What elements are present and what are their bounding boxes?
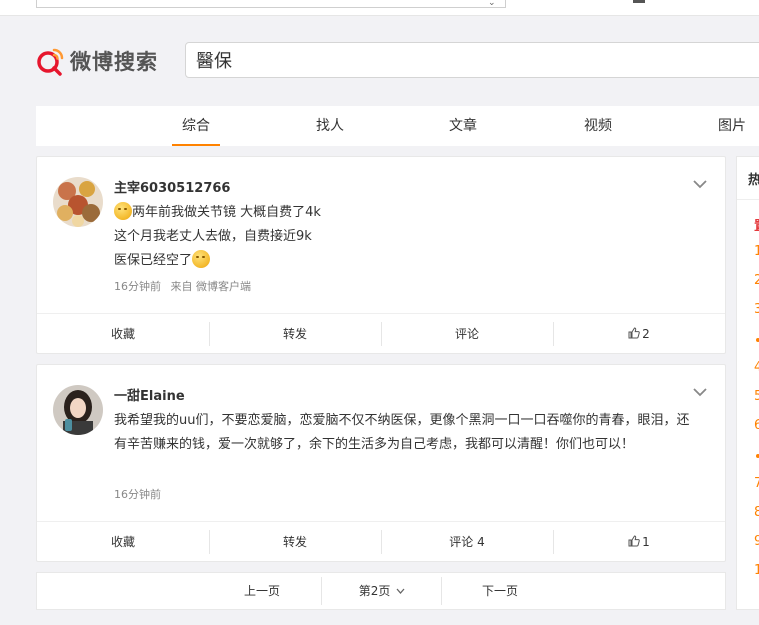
hot-rank[interactable]: 1 <box>754 244 759 259</box>
post-text: 我希望我的uu们，不要恋爱脑，恋爱脑不仅不纳医保，更像个黑洞一口一口吞噬你的青春… <box>114 413 690 452</box>
avatar[interactable] <box>53 177 103 227</box>
feed-card: 主宰6030512766 两年前我做关节镜 大概自费了4k 这个月我老丈人去做，… <box>36 156 726 354</box>
post-text: 两年前我做关节镜 大概自费了4k 这个月我老丈人去做，自费接近9k 医保已经空了 <box>114 201 694 273</box>
search-input[interactable] <box>186 43 746 77</box>
tab-comprehensive[interactable]: 综合 <box>166 106 226 146</box>
action-bar: 收藏 转发 评论 2 <box>37 313 725 353</box>
collect-button[interactable]: 收藏 <box>37 522 209 561</box>
action-bar: 收藏 转发 评论 4 1 <box>37 521 725 561</box>
divider <box>441 577 442 605</box>
hot-rank[interactable]: 1 <box>754 563 759 578</box>
dropdown-caret-icon[interactable]: ⌄ <box>488 0 496 8</box>
current-page: 第2页 <box>358 584 391 598</box>
post-line: 两年前我做关节镜 大概自费了4k <box>132 205 321 220</box>
chevron-down-icon[interactable] <box>693 387 707 397</box>
hot-rank[interactable]: 9 <box>754 534 759 549</box>
username[interactable]: 一甜Elaine <box>114 385 185 404</box>
like-button[interactable]: 1 <box>553 522 725 561</box>
collect-button[interactable]: 收藏 <box>37 314 209 353</box>
logo-text: 微博搜索 <box>70 50 158 74</box>
thumbs-up-icon <box>628 327 640 339</box>
post-time[interactable]: 16分钟前 <box>114 280 161 293</box>
like-button[interactable]: 2 <box>553 314 725 353</box>
tab-articles[interactable]: 文章 <box>433 106 493 146</box>
toolbar-icon[interactable] <box>633 0 645 3</box>
repost-button[interactable]: 转发 <box>209 314 381 353</box>
like-count: 1 <box>642 535 650 549</box>
browser-bar: ⌄ <box>0 0 759 16</box>
divider <box>321 577 322 605</box>
username[interactable]: 主宰6030512766 <box>114 177 230 196</box>
next-page-button[interactable]: 下一页 <box>465 573 535 609</box>
post-meta: 16分钟前 来自 微博客户端 <box>114 278 251 294</box>
hot-search-sidebar: 热 置 1 2 3 4 5 6 7 8 9 1 <box>736 156 759 610</box>
pagination: 上一页 第2页 下一页 <box>36 572 726 610</box>
comment-button[interactable]: 评论 <box>381 314 553 353</box>
sidebar-title: 热 <box>748 169 759 188</box>
search-box[interactable] <box>185 42 759 78</box>
tab-users[interactable]: 找人 <box>300 106 360 146</box>
repost-button[interactable]: 转发 <box>209 522 381 561</box>
post-line: 这个月我老丈人去做，自费接近9k <box>114 229 312 244</box>
hot-rank[interactable]: 8 <box>754 505 759 520</box>
emoji-icon <box>114 202 132 220</box>
hot-rank[interactable]: 2 <box>754 273 759 288</box>
address-bar[interactable] <box>36 0 506 8</box>
prev-page-button[interactable]: 上一页 <box>227 573 297 609</box>
emoji-icon <box>192 250 211 268</box>
page-select[interactable]: 第2页 <box>337 573 427 609</box>
hot-rank[interactable]: 7 <box>754 476 759 491</box>
thumbs-up-icon <box>628 535 640 547</box>
divider <box>737 199 759 200</box>
post-source[interactable]: 来自 微博客户端 <box>171 280 252 293</box>
chevron-down-icon <box>396 588 405 594</box>
avatar[interactable] <box>53 385 103 435</box>
comment-button[interactable]: 评论 4 <box>381 522 553 561</box>
like-count: 2 <box>642 327 650 341</box>
post-meta: 16分钟前 <box>114 486 161 502</box>
tab-bar: 综合 找人 文章 视频 图片 <box>36 106 759 146</box>
hot-rank-pinned[interactable]: 置 <box>754 215 759 234</box>
tab-images[interactable]: 图片 <box>702 106 759 146</box>
post-time[interactable]: 16分钟前 <box>114 488 161 501</box>
tab-videos[interactable]: 视频 <box>568 106 628 146</box>
hot-rank[interactable]: 6 <box>754 418 759 433</box>
hot-rank[interactable]: 4 <box>754 360 759 375</box>
hot-rank[interactable]: 3 <box>754 302 759 317</box>
hot-rank[interactable]: 5 <box>754 389 759 404</box>
post-line: 医保已经空了 <box>114 253 193 268</box>
feed-card: 一甜Elaine 我希望我的uu们，不要恋爱脑，恋爱脑不仅不纳医保，更像个黑洞一… <box>36 364 726 562</box>
weibo-logo-icon <box>37 48 64 76</box>
chevron-down-icon[interactable] <box>693 179 707 189</box>
weibo-search-logo[interactable]: 微博搜索 <box>36 45 158 77</box>
